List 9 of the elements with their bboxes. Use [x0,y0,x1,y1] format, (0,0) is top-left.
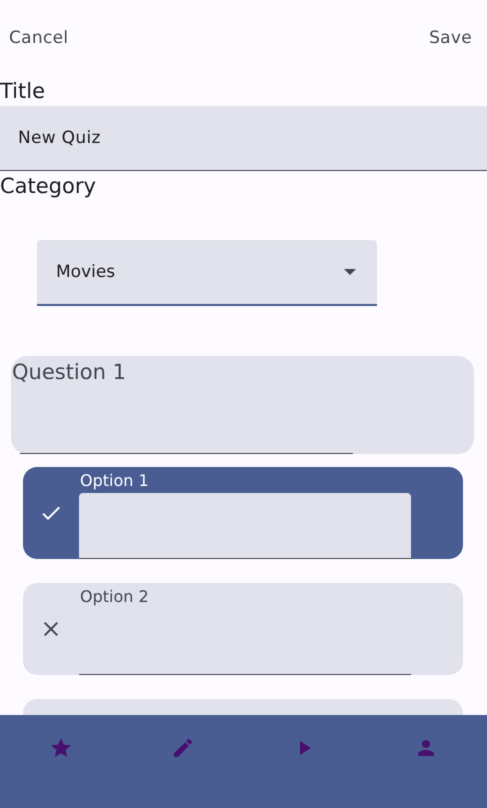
question-field[interactable]: Question 1 [11,356,474,454]
category-dropdown[interactable]: Movies [37,240,377,306]
title-label: Title [0,78,46,105]
title-field[interactable]: New Quiz [0,106,487,171]
option-field[interactable]: Option 2 [79,583,411,675]
cancel-button[interactable]: Cancel [0,28,76,48]
save-button[interactable]: Save [420,28,479,48]
dropdown-caret-icon [344,269,356,275]
category-label: Category [0,173,97,200]
